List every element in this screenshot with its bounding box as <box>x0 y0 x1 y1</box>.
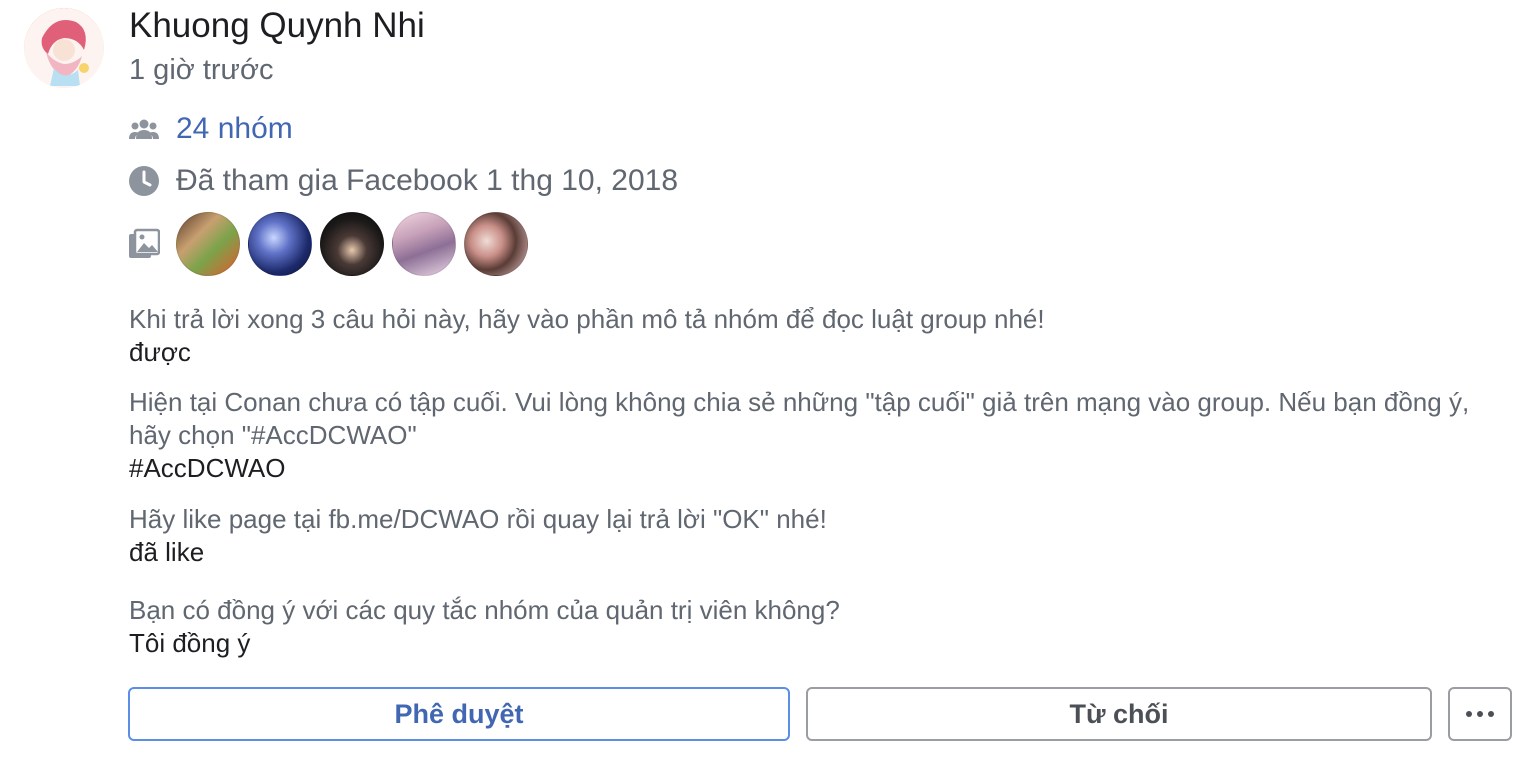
group-photo-thumbnail[interactable] <box>464 212 528 276</box>
question-text: Hiện tại Conan chưa có tập cuối. Vui lòn… <box>129 387 1470 450</box>
member-name[interactable]: Khuong Quynh Nhi <box>129 6 425 46</box>
question-answer-block: Khi trả lời xong 3 câu hỏi này, hãy vào … <box>129 303 1489 369</box>
request-time: 1 giờ trước <box>129 54 274 86</box>
answer-text: đã like <box>129 537 205 567</box>
question-answer-block: Hãy like page tại fb.me/DCWAO rồi quay l… <box>129 503 1489 569</box>
member-request-card: Khuong Quynh Nhi 1 giờ trước 24 nhóm Đã … <box>0 0 1536 759</box>
more-options-icon <box>1466 711 1494 717</box>
question-text: Hãy like page tại fb.me/DCWAO rồi quay l… <box>129 504 827 534</box>
clock-icon <box>128 165 160 197</box>
question-answer-block: Hiện tại Conan chưa có tập cuối. Vui lòn… <box>129 386 1489 485</box>
answer-text: #AccDCWAO <box>129 453 286 483</box>
approve-button[interactable]: Phê duyệt <box>128 687 790 741</box>
more-options-button[interactable] <box>1448 687 1512 741</box>
group-photo-thumbnail[interactable] <box>392 212 456 276</box>
photos-icon <box>128 228 160 260</box>
groups-count-link[interactable]: 24 nhóm <box>176 112 293 146</box>
question-answer-block: Bạn có đồng ý với các quy tắc nhóm của q… <box>129 594 1489 660</box>
question-text: Bạn có đồng ý với các quy tắc nhóm của q… <box>129 595 840 625</box>
photos-row <box>128 212 536 276</box>
decline-button[interactable]: Từ chối <box>806 687 1432 741</box>
group-photo-thumbnail[interactable] <box>248 212 312 276</box>
joined-date-text: Đã tham gia Facebook 1 thg 10, 2018 <box>176 164 679 197</box>
group-photo-thumbnail[interactable] <box>320 212 384 276</box>
group-photo-thumbnail[interactable] <box>176 212 240 276</box>
joined-row: Đã tham gia Facebook 1 thg 10, 2018 <box>128 164 678 198</box>
groups-row: 24 nhóm <box>128 112 293 146</box>
avatar-illustration <box>24 8 104 88</box>
answer-text: được <box>129 337 191 367</box>
people-icon <box>128 113 160 145</box>
answer-text: Tôi đồng ý <box>129 628 251 658</box>
question-text: Khi trả lời xong 3 câu hỏi này, hãy vào … <box>129 304 1045 334</box>
member-avatar[interactable] <box>24 8 104 88</box>
